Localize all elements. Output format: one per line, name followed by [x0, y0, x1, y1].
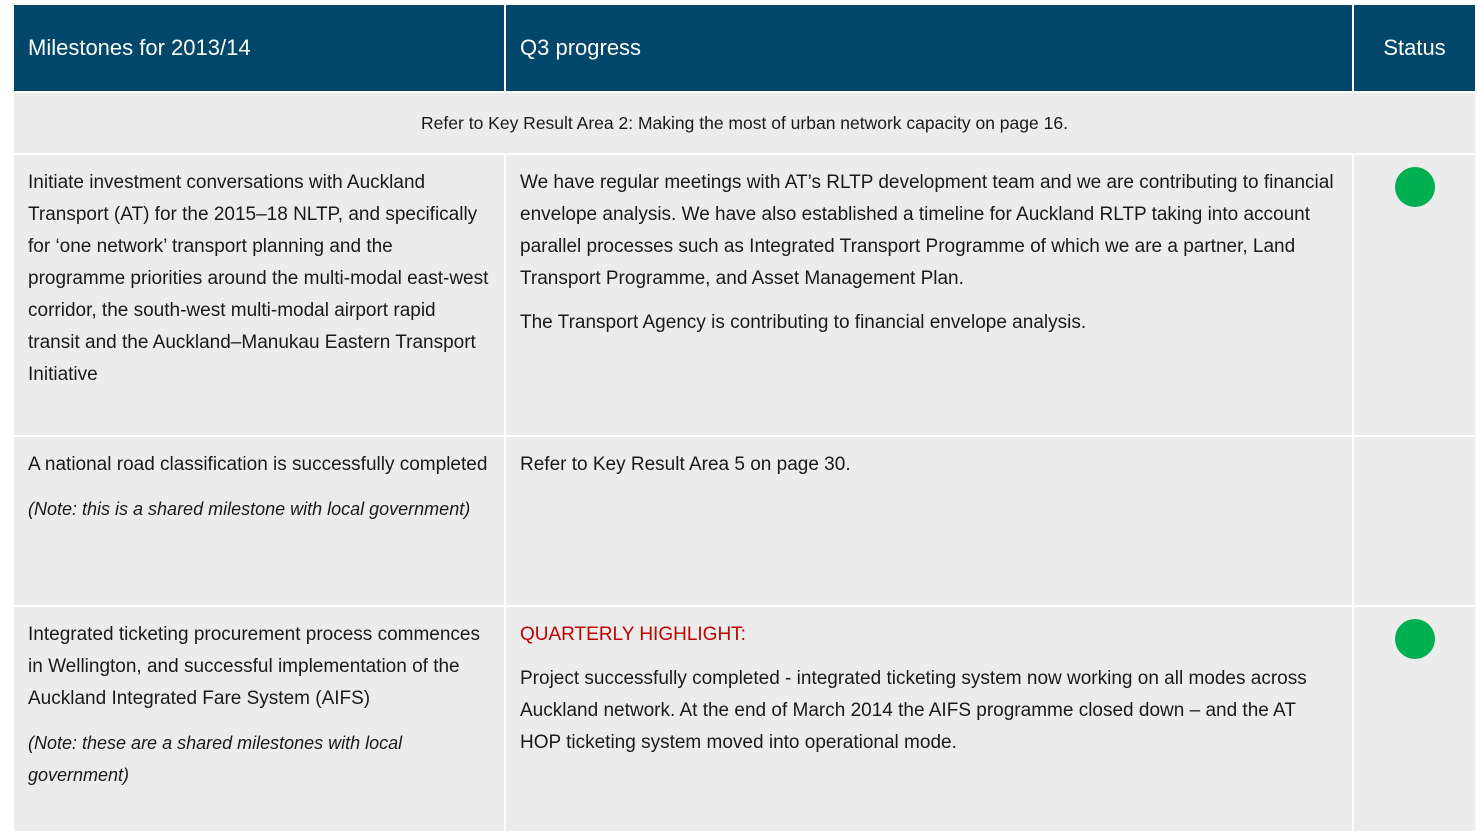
refer-row: Refer to Key Result Area 2: Making the m…: [14, 93, 1475, 153]
header-milestones: Milestones for 2013/14: [14, 5, 504, 91]
status-cell-empty: [1354, 437, 1475, 605]
progress-text: Refer to Key Result Area 5 on page 30.: [520, 454, 851, 475]
progress-text: Project successfully completed - integra…: [520, 668, 1307, 753]
milestone-text: Integrated ticketing procurement process…: [28, 624, 480, 709]
milestone-text: A national road classification is succes…: [28, 454, 488, 475]
milestone-cell: Integrated ticketing procurement process…: [14, 607, 504, 831]
progress-cell: We have regular meetings with AT’s RLTP …: [506, 155, 1352, 435]
status-cell: [1354, 155, 1475, 435]
progress-text: The Transport Agency is contributing to …: [520, 312, 1087, 333]
status-green-dot: [1394, 619, 1435, 659]
progress-cell: QUARTERLY HIGHLIGHT: Project successfull…: [506, 607, 1352, 831]
milestone-cell: A national road classification is succes…: [14, 437, 504, 605]
quarterly-highlight-label: QUARTERLY HIGHLIGHT:: [520, 624, 746, 645]
milestone-cell: Initiate investment conversations with A…: [14, 155, 504, 435]
milestone-text: Initiate investment conversations with A…: [28, 172, 489, 385]
milestone-note: (Note: these are a shared milestones wit…: [28, 733, 403, 785]
status-green-dot: [1394, 167, 1435, 207]
header-status: Status: [1354, 5, 1475, 91]
status-cell: [1354, 607, 1475, 831]
milestone-note: (Note: this is a shared milestone with l…: [28, 499, 471, 519]
milestones-table: Milestones for 2013/14 Q3 progress Statu…: [14, 5, 1475, 831]
header-progress: Q3 progress: [506, 5, 1352, 91]
progress-cell: Refer to Key Result Area 5 on page 30.: [506, 437, 1352, 605]
progress-text: We have regular meetings with AT’s RLTP …: [520, 172, 1334, 289]
